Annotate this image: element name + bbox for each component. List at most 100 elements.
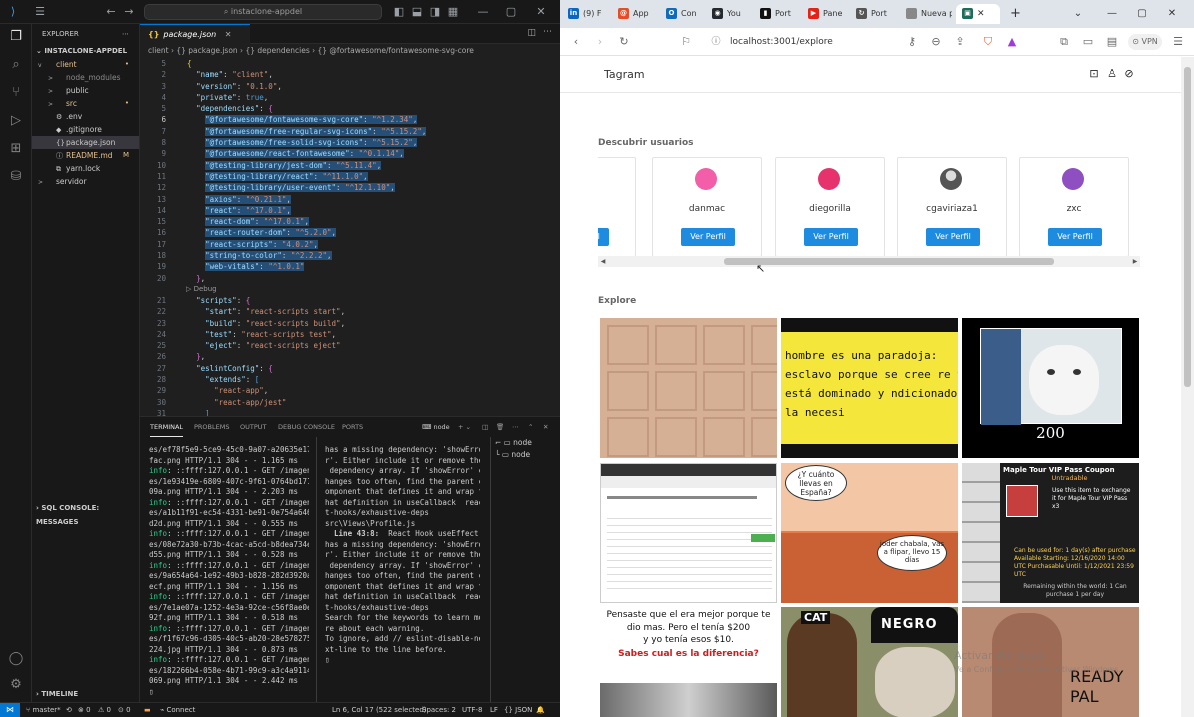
code-line[interactable]: 25 "eject": "react-scripts eject" — [140, 340, 560, 351]
close-tab-icon[interactable]: ✕ — [977, 9, 985, 19]
command-center-search[interactable]: ⌕ instaclone-appdel — [144, 4, 382, 20]
maximize-icon[interactable]: ▢ — [1128, 4, 1156, 24]
tree-item[interactable]: > node_modules — [32, 71, 139, 84]
tree-item[interactable]: ◆ .gitignore — [32, 123, 139, 136]
page-scrollbar[interactable] — [1181, 57, 1194, 717]
terminal-instance[interactable]: ⌐ ▭ node — [491, 437, 560, 449]
tab-search-icon[interactable]: ⌄ — [1064, 4, 1092, 24]
scroll-left-icon[interactable]: ◀ — [598, 256, 608, 267]
browser-tab[interactable]: Nueva p — [906, 4, 952, 24]
terminal-selector[interactable]: ⌨ node — [422, 417, 450, 437]
new-terminal-icon[interactable]: + ⌄ — [458, 417, 471, 437]
user-name[interactable]: zxc — [1020, 204, 1128, 214]
code-line[interactable]: 27 "eslintConfig": { — [140, 363, 560, 374]
tab-debug-console[interactable]: DEBUG CONSOLE — [278, 417, 335, 437]
browser-tab[interactable]: ↻ Port — [856, 4, 900, 24]
view-profile-button[interactable]: Ver Perfil — [598, 228, 609, 246]
maximize-panel-icon[interactable]: ⌃ — [528, 417, 533, 437]
code-line[interactable]: 16 "react-router-dom": "^5.2.0", — [140, 227, 560, 238]
notifications-icon[interactable]: 🔔 — [536, 703, 545, 717]
forward-icon[interactable]: › — [592, 34, 608, 50]
remote-icon[interactable]: ⋈ — [0, 703, 20, 717]
code-line[interactable]: 18 "string-to-color": "^2.2.2", — [140, 250, 560, 261]
toggle-secondary-sidebar-icon[interactable]: ◨ — [428, 5, 442, 19]
explore-image[interactable]: ¿Y cuánto llevas en España? joder chabal… — [781, 463, 958, 603]
sidebar-icon[interactable]: ▭ — [1080, 34, 1096, 50]
toggle-sidebar-icon[interactable]: ◧ — [392, 5, 406, 19]
view-profile-button[interactable]: Ver Perfil — [926, 228, 980, 246]
ports-status[interactable]: ⊙ 0 — [118, 703, 131, 717]
explore-image[interactable]: hombre es una paradoja: esclavo porque s… — [781, 318, 958, 458]
code-line[interactable]: 5 "dependencies": { — [140, 103, 560, 114]
split-terminal-icon[interactable]: ◫ — [482, 417, 488, 437]
branch-status[interactable]: ⑂ master* — [26, 703, 61, 717]
encoding-status[interactable]: UTF-8 — [462, 703, 482, 717]
user-avatar[interactable] — [1062, 168, 1084, 190]
terminal-output-left[interactable]: es/ef78f5e9-5ce9-45c0-9a07-a20635e17 fac.… — [149, 445, 309, 695]
brave-shield-icon[interactable]: ⛉ — [980, 34, 996, 50]
wallet-icon[interactable]: ▤ — [1104, 34, 1120, 50]
menu-icon[interactable]: ☰ — [33, 5, 47, 19]
code-line[interactable]: 12 "@testing-library/user-event": "^12.1… — [140, 182, 560, 193]
warnings-status[interactable]: ⚠ 0 — [98, 703, 111, 717]
minimize-icon[interactable]: — — [476, 5, 490, 19]
editor-more-icon[interactable]: ⋯ — [543, 27, 552, 37]
tree-item[interactable]: {}package.json — [32, 136, 139, 149]
split-editor-icon[interactable]: ◫ — [527, 28, 536, 38]
code-line[interactable]: 17 "react-scripts": "4.0.2", — [140, 239, 560, 250]
search-icon[interactable]: ⌕ — [7, 56, 25, 74]
database-icon[interactable]: ⛁ — [7, 168, 25, 186]
more-actions-icon[interactable]: ⋯ — [122, 24, 129, 44]
nav-forward-icon[interactable]: → — [122, 5, 136, 19]
browser-tab[interactable]: in (9) F — [568, 4, 612, 24]
source-control-icon[interactable]: ⑂ — [7, 84, 25, 102]
eol-status[interactable]: LF — [490, 703, 498, 717]
user-avatar[interactable] — [695, 168, 717, 190]
settings-gear-icon[interactable]: ⚙ — [7, 676, 25, 694]
carousel-scroll-thumb[interactable] — [724, 258, 1054, 265]
explore-image[interactable]: 200 — [962, 318, 1139, 458]
terminal-instance[interactable]: └ ▭ node — [491, 449, 560, 461]
code-line[interactable]: 7 "@fortawesome/free-regular-svg-icons":… — [140, 126, 560, 137]
close-panel-icon[interactable]: ✕ — [543, 417, 548, 437]
wake-icon[interactable]: ▬ — [144, 703, 151, 717]
new-tab-button[interactable]: + — [1010, 4, 1026, 24]
code-line[interactable]: 29 "react-app", — [140, 385, 560, 396]
tab-output[interactable]: OUTPUT — [240, 417, 267, 437]
code-line[interactable]: 15 "react-dom": "^17.0.1", — [140, 216, 560, 227]
indentation-status[interactable]: Spaces: 2 — [422, 703, 456, 717]
tree-item[interactable]: v client • — [32, 58, 139, 71]
tab-package-json[interactable]: {} package.json ✕ — [140, 24, 250, 44]
user-avatar[interactable] — [818, 168, 840, 190]
browser-tab[interactable]: ▮ Port — [760, 4, 804, 24]
tree-item[interactable]: > src • — [32, 97, 139, 110]
explore-image[interactable]: Pensaste que el era mejor porque te dio … — [600, 607, 777, 717]
terminal-divider[interactable] — [316, 437, 317, 703]
account-icon[interactable]: ◯ — [7, 650, 25, 668]
tab-problems[interactable]: PROBLEMS — [194, 417, 229, 437]
app-brand[interactable]: Tagram — [604, 68, 645, 81]
zoom-icon[interactable]: ⊖ — [928, 34, 944, 50]
code-editor[interactable]: 5 {2 "name": "client", 3 "version": "0.1.… — [140, 58, 560, 419]
code-line[interactable]: 13 "axios": "^0.21.1", — [140, 194, 560, 205]
tree-item[interactable]: > public — [32, 84, 139, 97]
cursor-position[interactable]: Ln 6, Col 17 (522 selected) — [332, 703, 427, 717]
carousel-scrollbar[interactable]: ◀ ▶ — [598, 256, 1140, 267]
browser-tab[interactable]: O Con — [666, 4, 710, 24]
extensions-icon[interactable]: ⧉ — [1056, 34, 1072, 50]
share-icon[interactable]: ⇪ — [952, 34, 968, 50]
tab-active-explore[interactable]: ▣ ✕ — [956, 4, 1000, 24]
language-mode[interactable]: {} JSON — [504, 703, 532, 717]
key-icon[interactable]: ⚷ — [904, 34, 920, 50]
browser-tab[interactable]: ◉ You — [712, 4, 756, 24]
code-line[interactable]: 19 "web-vitals": "^1.0.1" — [140, 261, 560, 272]
upload-icon[interactable]: ⊡ — [1088, 67, 1100, 81]
layout-icon[interactable]: ▦ — [446, 5, 460, 19]
maximize-icon[interactable]: ▢ — [504, 5, 518, 19]
tab-ports[interactable]: PORTS — [342, 417, 363, 437]
view-profile-button[interactable]: Ver Perfil — [804, 228, 858, 246]
page-scroll-thumb[interactable] — [1184, 67, 1191, 387]
code-line[interactable]: 11 "@testing-library/react": "^11.1.0", — [140, 171, 560, 182]
code-lens[interactable]: ▷ Debug — [140, 284, 560, 295]
code-line[interactable]: 23 "build": "react-scripts build", — [140, 318, 560, 329]
